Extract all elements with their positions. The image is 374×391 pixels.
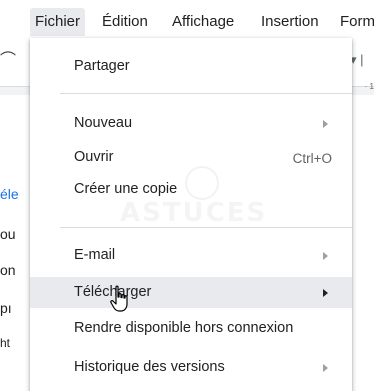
watermark-logo: ASTUCES xyxy=(120,198,267,228)
doc-text-fragment: ou xyxy=(0,226,16,242)
doc-text-fragment: on xyxy=(0,262,16,278)
menu-item-label: E-mail xyxy=(74,247,116,263)
menu-item-label: Partager xyxy=(74,58,130,74)
submenu-arrow-icon xyxy=(323,252,328,260)
menu-item-email[interactable]: E-mail xyxy=(30,240,352,271)
menu-item-label: Créer une copie xyxy=(74,181,178,197)
menu-item-shortcut: Ctrl+O xyxy=(292,151,332,166)
watermark-sun-icon xyxy=(185,166,219,200)
menu-item-label: Nouveau xyxy=(74,115,133,131)
hand-cursor-icon xyxy=(110,285,128,312)
menu-item-label: Ouvrir xyxy=(74,149,114,165)
menu-affichage[interactable]: Affichage xyxy=(167,11,239,33)
toolbar-dropdown-icon[interactable]: ▾ | xyxy=(350,52,374,72)
menu-item-nouveau[interactable]: Nouveau xyxy=(30,108,352,139)
ruler-number: · 1 xyxy=(364,82,374,91)
menu-item-partager[interactable]: Partager xyxy=(30,51,352,82)
menu-insertion[interactable]: Insertion xyxy=(256,11,324,33)
doc-text-fragment: ht xyxy=(0,336,11,350)
menu-separator xyxy=(60,93,352,94)
menu-item-telecharger[interactable]: Télécharger xyxy=(30,277,352,308)
menu-edition[interactable]: Édition xyxy=(97,11,153,33)
app-window: Fichier Édition Affichage Insertion Form… xyxy=(0,0,374,391)
menu-format[interactable]: Form xyxy=(335,11,374,33)
menu-fichier[interactable]: Fichier xyxy=(30,8,86,36)
menu-item-hors-connexion[interactable]: Rendre disponible hors connexion xyxy=(30,313,352,344)
menu-bar: Fichier Édition Affichage Insertion Form xyxy=(0,0,374,38)
submenu-arrow-icon xyxy=(323,364,328,372)
menu-item-label: Rendre disponible hors connexion xyxy=(74,320,294,336)
doc-text-fragment: éle xyxy=(0,186,19,202)
menu-item-label: Historique des versions xyxy=(74,359,225,375)
submenu-arrow-icon xyxy=(323,120,328,128)
menu-item-historique[interactable]: Historique des versions xyxy=(30,352,352,383)
undo-icon[interactable]: ⌒ xyxy=(0,53,16,69)
submenu-arrow-icon xyxy=(323,289,328,297)
doc-text-fragment: pı xyxy=(0,300,12,316)
